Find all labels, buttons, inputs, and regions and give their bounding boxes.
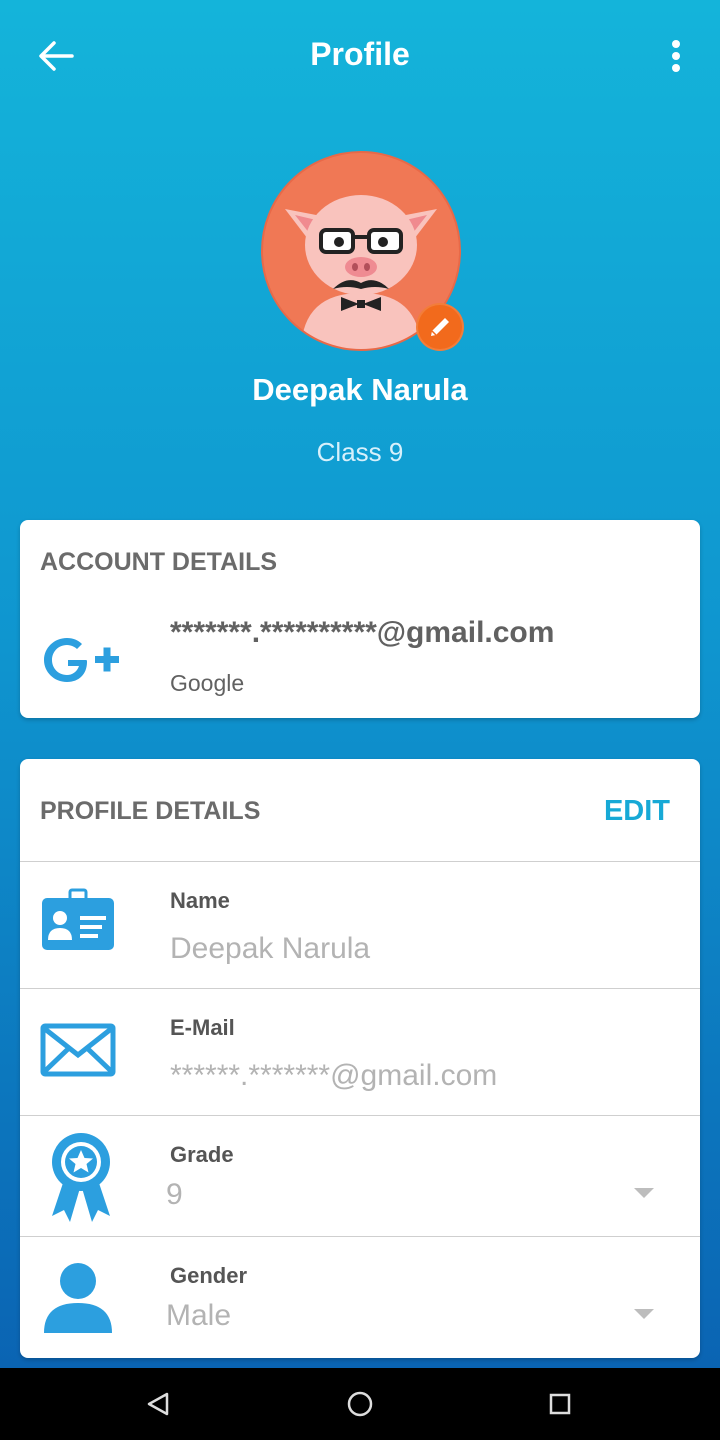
overflow-menu-button[interactable] <box>652 30 700 82</box>
email-label: E-Mail <box>170 1015 235 1040</box>
edit-profile-button[interactable]: EDIT <box>604 795 670 828</box>
gender-dropdown-arrow-icon[interactable] <box>634 1309 654 1319</box>
gender-row[interactable]: Gender Male <box>20 1236 700 1358</box>
nav-home-button[interactable] <box>336 1382 384 1426</box>
grade-row[interactable]: Grade 9 <box>20 1115 700 1236</box>
avatar-container <box>261 151 464 351</box>
award-ribbon-icon <box>52 1133 110 1222</box>
user-class: Class 9 <box>316 437 404 467</box>
email-row[interactable]: E-Mail ******.*******@gmail.com <box>20 988 700 1115</box>
user-name: Deepak Narula <box>252 372 468 407</box>
google-plus-icon <box>44 638 119 682</box>
system-nav-bar <box>0 1368 720 1440</box>
nav-recents-button[interactable] <box>536 1382 584 1426</box>
app-bar: Profile <box>0 0 720 112</box>
name-label: Name <box>170 888 230 913</box>
pencil-icon <box>431 318 449 336</box>
grade-label: Grade <box>170 1142 234 1167</box>
profile-details-card: PROFILE DETAILS EDIT Name Deepak Narula … <box>20 759 700 1358</box>
back-triangle-icon <box>147 1392 169 1416</box>
account-details-heading: ACCOUNT DETAILS <box>40 548 278 576</box>
edit-avatar-button[interactable] <box>416 303 464 351</box>
more-vert-icon <box>672 40 680 72</box>
account-email: *******.**********@gmail.com <box>170 616 555 649</box>
name-row[interactable]: Name Deepak Narula <box>20 861 700 988</box>
recents-square-icon <box>549 1393 571 1415</box>
grade-select[interactable]: 9 <box>166 1178 183 1212</box>
account-provider: Google <box>170 670 245 696</box>
grade-dropdown-arrow-icon[interactable] <box>634 1188 654 1198</box>
person-icon <box>44 1263 112 1333</box>
profile-details-heading: PROFILE DETAILS <box>40 797 261 825</box>
gender-select[interactable]: Male <box>166 1299 231 1333</box>
nav-back-button[interactable] <box>134 1382 182 1426</box>
envelope-icon <box>40 1023 116 1077</box>
gender-label: Gender <box>170 1263 248 1288</box>
home-circle-icon <box>347 1391 373 1417</box>
page-title: Profile <box>310 36 410 72</box>
name-value: Deepak Narula <box>170 932 371 965</box>
account-details-card: ACCOUNT DETAILS *******.**********@gmail… <box>20 520 700 718</box>
id-card-icon <box>42 888 114 950</box>
email-value: ******.*******@gmail.com <box>170 1059 498 1092</box>
